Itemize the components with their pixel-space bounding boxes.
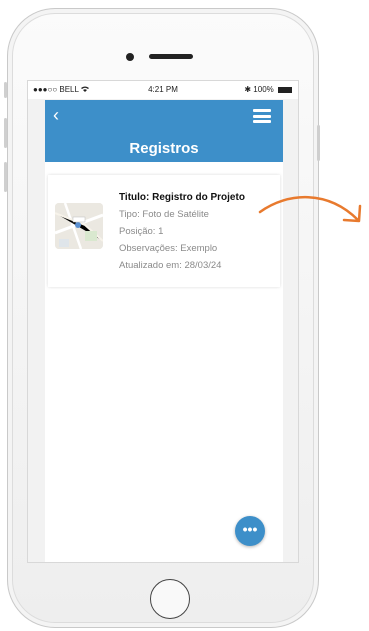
record-title: Titulo: Registro do Projeto bbox=[119, 192, 245, 203]
earpiece-speaker bbox=[149, 54, 193, 59]
hamburger-menu-icon[interactable] bbox=[253, 109, 271, 123]
record-notes: Observações: Exemplo bbox=[119, 243, 218, 254]
volume-down-button bbox=[4, 162, 7, 192]
record-position: Posição: 1 bbox=[119, 226, 164, 237]
app-header: ‹ Registros bbox=[45, 100, 283, 162]
power-button bbox=[317, 125, 320, 161]
status-right: ✱ 100% bbox=[244, 85, 292, 94]
mute-switch bbox=[4, 82, 7, 98]
more-options-button[interactable]: ••• bbox=[235, 516, 265, 546]
battery-percent: 100% bbox=[253, 85, 274, 94]
front-camera bbox=[126, 53, 134, 61]
record-card[interactable]: Titulo: Registro do Projeto Tipo: Foto d… bbox=[48, 175, 280, 287]
record-updated: Atualizado em: 28/03/24 bbox=[119, 260, 222, 271]
page-title: Registros bbox=[129, 140, 199, 157]
curved-arrow-icon bbox=[258, 195, 362, 223]
battery-icon bbox=[278, 86, 292, 93]
more-horizontal-icon: ••• bbox=[242, 521, 258, 537]
record-info: Titulo: Registro do Projeto Tipo: Foto d… bbox=[119, 189, 279, 274]
app-view: ‹ Registros Titulo: Registro do Projeto … bbox=[45, 100, 283, 562]
record-type: Tipo: Foto de Satélite bbox=[119, 209, 209, 220]
map-thumbnail bbox=[55, 203, 103, 249]
status-bar: ●●●○○ BELL 4:21 PM ✱ 100% bbox=[28, 81, 298, 99]
phone-screen: ●●●○○ BELL 4:21 PM ✱ 100% ‹ Registros Ti… bbox=[27, 80, 299, 563]
home-button[interactable] bbox=[150, 579, 190, 619]
volume-up-button bbox=[4, 118, 7, 148]
chevron-left-icon[interactable]: ‹ bbox=[53, 106, 59, 124]
bluetooth-icon: ✱ bbox=[244, 85, 252, 94]
